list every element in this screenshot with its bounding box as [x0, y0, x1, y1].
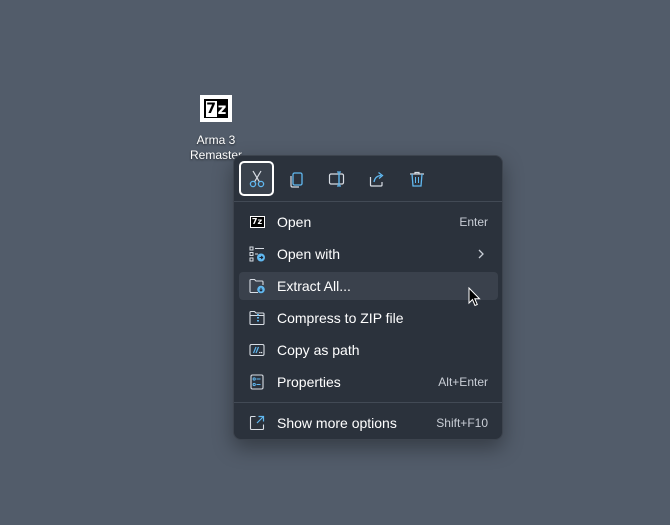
cut-button[interactable]	[239, 161, 274, 196]
menu-item-shortcut: Enter	[459, 215, 488, 229]
copy-button[interactable]	[279, 161, 314, 196]
desktop: 7z Arma 3 Remaster 7z Open Enter Open wi…	[0, 0, 670, 525]
menu-item-label: Properties	[277, 374, 341, 390]
7z-archive-icon: 7z	[200, 95, 232, 122]
7z-icon: 7z	[249, 214, 265, 230]
menu-item-label: Open with	[277, 246, 341, 262]
menu-separator	[234, 201, 502, 202]
menu-separator	[234, 402, 502, 403]
trash-icon	[409, 171, 424, 187]
chevron-right-icon	[478, 249, 484, 259]
menu-item-compress-zip[interactable]: Compress to ZIP file	[239, 304, 498, 332]
menu-item-open-with[interactable]: Open with	[239, 240, 498, 268]
menu-item-properties[interactable]: Properties Alt+Enter	[239, 368, 498, 396]
menu-item-label: Open	[277, 214, 312, 230]
context-menu: 7z Open Enter Open with Extract All... C…	[233, 155, 503, 440]
menu-item-show-more-options[interactable]: Show more options Shift+F10	[239, 409, 498, 437]
menu-item-label: Show more options	[277, 415, 397, 431]
menu-item-open[interactable]: 7z Open Enter	[239, 208, 498, 236]
menu-item-label: Copy as path	[277, 342, 360, 358]
zip-folder-icon	[249, 310, 265, 326]
menu-item-label: Extract All...	[277, 278, 351, 294]
menu-item-shortcut: Alt+Enter	[438, 375, 488, 389]
copy-icon	[289, 171, 303, 188]
copy-path-icon	[249, 342, 265, 358]
share-icon	[369, 171, 384, 187]
extract-folder-icon	[249, 278, 265, 294]
scissors-icon	[249, 170, 264, 187]
open-with-icon	[249, 246, 265, 262]
delete-button[interactable]	[399, 161, 434, 196]
menu-item-shortcut: Shift+F10	[436, 416, 488, 430]
mouse-cursor-icon	[468, 287, 481, 307]
expand-icon	[249, 415, 265, 431]
properties-icon	[249, 374, 265, 390]
context-menu-toolbar	[239, 161, 434, 196]
rename-button[interactable]	[319, 161, 354, 196]
rename-icon	[328, 170, 344, 187]
desktop-file-arma3[interactable]: 7z Arma 3 Remaster	[184, 95, 248, 163]
menu-item-copy-as-path[interactable]: Copy as path	[239, 336, 498, 364]
menu-item-label: Compress to ZIP file	[277, 310, 404, 326]
share-button[interactable]	[359, 161, 394, 196]
menu-item-extract-all[interactable]: Extract All...	[239, 272, 498, 300]
